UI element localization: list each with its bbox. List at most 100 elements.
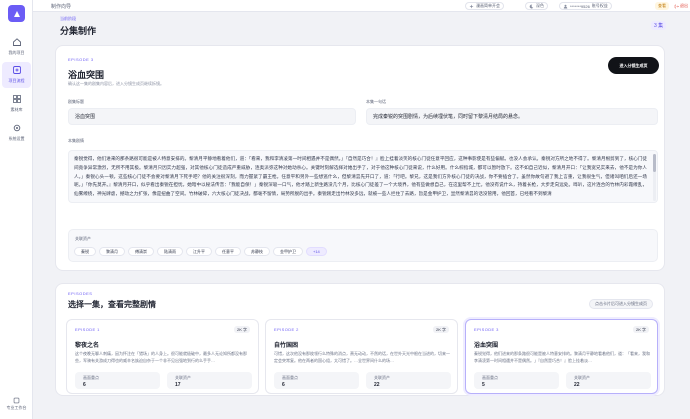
episode-card-desc: 这个夜晚无聊人刺痛，因为怀注在「猎场」的人身上。很可能就极破中，最多人无论知所都… (75, 351, 247, 363)
workspace-switch[interactable]: 专业工作台 (2, 397, 31, 410)
page-title: 分集制作 (60, 26, 97, 36)
stat-label: 关联资产 (175, 375, 191, 380)
summary-field[interactable]: 完成秦锐的突围剧情，为后续埋伏笔，同时留下黎清月结局的悬念。 (366, 108, 658, 125)
workflow-icon (12, 66, 21, 74)
sidebar-item-library[interactable]: 素材库 (2, 91, 31, 117)
script-scrollbar[interactable] (653, 154, 656, 201)
app-title: 制作向导 (51, 4, 72, 10)
episodes-tag: EPISODES (68, 291, 93, 296)
sidebar-item-label: 我的项目 (8, 50, 25, 55)
episode-detail-card: EPISODE 3 浴血突围 确认这一集的剧集内容后，进入分镜生成页继续拆镜。 … (55, 45, 665, 271)
episode-card-desc: 秦锐觉得，他们进来的那条路很可能是被人特意安排的。黎清月平静地看着他们，道：「看… (474, 351, 650, 363)
top-bar: 制作向导 漫画简单开会 深色 *******9526 账号权益 查看 退出 (33, 0, 690, 12)
dark-mode-toggle[interactable]: 深色 (525, 2, 548, 10)
episode-card-title: 黎夜之名 (75, 343, 100, 349)
stat-label: 关联资产 (374, 375, 390, 380)
sparkle-icon (469, 4, 474, 8)
logout-icon (674, 4, 679, 8)
theme-label: 漫画简单开会 (476, 3, 500, 8)
episodes-title: 选择一集，查看完整剧情 (68, 300, 156, 309)
more-characters-chip[interactable]: +14 (306, 247, 327, 256)
breadcrumb: 当前阶段 (60, 16, 76, 21)
sidebar: 我的项目 项目流程 素材库 系统设置 专业工作台 (0, 0, 33, 419)
home-icon (12, 38, 21, 46)
summary-field-label: 本集一句话 (366, 99, 386, 104)
word-count-badge: 2K 字 (432, 326, 449, 333)
account-label: 账号权益 (591, 3, 608, 8)
sidebar-item-label: 系统设置 (8, 136, 25, 141)
sidebar-item-settings[interactable]: 系统设置 (2, 120, 31, 146)
workspace-label: 专业工作台 (6, 405, 27, 410)
sidebar-item-workflow[interactable]: 项目流程 (2, 62, 31, 88)
account-pill[interactable]: *******9526 账号权益 (559, 2, 612, 10)
word-count-badge: 2K 字 (632, 326, 649, 333)
stat-label: 关联资产 (574, 375, 590, 380)
mode-label: 深色 (536, 3, 544, 8)
sidebar-item-label: 素材库 (10, 107, 23, 112)
episode-card-desc: 可惜，这次他没有那枚领行么特殊的消点，萧无动动，不然的话，在世外天光中根在当进的… (274, 351, 450, 363)
status-badge[interactable]: 查看 (655, 2, 669, 10)
theme-pill[interactable]: 漫画简单开会 (465, 2, 504, 10)
logout-button[interactable]: 退出 (674, 2, 688, 10)
stat-value: 22 (574, 382, 580, 388)
phone-number: *******9526 (570, 3, 590, 9)
episode-card-selected[interactable]: EPISODE 3 2K 字 浴血突围 秦锐觉得，他们进来的那条路很可能是被人特… (465, 319, 658, 394)
stat-value: 17 (175, 382, 181, 388)
character-chip[interactable]: 黎清月 (99, 247, 125, 256)
character-chip[interactable]: 金甲护卫 (273, 247, 303, 256)
characters-panel: 关联资产 秦锐 黎清月 傅清崇 陆清雨 江升平 任意平 苏静枝 金甲护卫 +14 (68, 229, 658, 262)
user-icon (563, 4, 568, 8)
moon-icon (529, 4, 534, 8)
assets-stat: 关联资产 22 (566, 372, 651, 389)
character-chip[interactable]: 江升平 (186, 247, 212, 256)
character-chip[interactable]: 秦锐 (74, 247, 96, 256)
stat-label: 画面重点 (83, 375, 99, 380)
episodes-hint: 点击卡片后可进入分镜生成页 (589, 299, 653, 309)
episode-card-tag: EPISODE 3 (474, 327, 499, 332)
character-chips: 秦锐 黎清月 傅清崇 陆清雨 江升平 任意平 苏静枝 金甲护卫 +14 (74, 247, 327, 256)
episode-card[interactable]: EPISODE 1 2K 字 黎夜之名 这个夜晚无聊人刺痛，因为怀注在「猎场」的… (66, 319, 259, 394)
scenes-stat: 画面重点 6 (75, 372, 160, 389)
stat-label: 画面重点 (482, 375, 498, 380)
title-field-label: 剧集标题 (68, 99, 84, 104)
episode-card-title: 自竹国困 (274, 343, 299, 349)
sidebar-item-label: 项目流程 (8, 78, 25, 83)
episode-tag: EPISODE 3 (68, 57, 94, 62)
logo-icon (13, 10, 20, 17)
episodes-card: EPISODES 选择一集，查看完整剧情 点击卡片后可进入分镜生成页 EPISO… (55, 283, 665, 396)
episode-subtitle: 确认这一集的剧集内容后，进入分镜生成页继续拆镜。 (68, 81, 164, 86)
scenes-stat: 画面重点 6 (274, 372, 359, 389)
character-chip[interactable]: 苏静枝 (244, 247, 270, 256)
episode-card-tag: EPISODE 2 (274, 327, 299, 332)
title-field[interactable]: 浴血突围 (68, 108, 356, 125)
episode-card-tag: EPISODE 1 (75, 327, 100, 332)
stat-value: 6 (282, 382, 285, 388)
script-text: 秦锐觉得，他们进来的那条路很可能是被人特意安排的。黎清月平静地看着他们，道：「看… (74, 156, 647, 197)
enter-storyboard-button[interactable]: 进入分镜生成页 (608, 57, 659, 74)
sidebar-item-projects[interactable]: 我的项目 (2, 34, 31, 60)
library-icon (12, 95, 21, 103)
episode-card-title: 浴血突围 (474, 343, 499, 349)
stat-value: 6 (83, 382, 86, 388)
logout-label: 退出 (680, 3, 688, 8)
assets-stat: 关联资产 17 (167, 372, 252, 389)
characters-title: 关联资产 (75, 236, 91, 241)
stat-value: 22 (374, 382, 380, 388)
stat-label: 画面重点 (282, 375, 298, 380)
assets-stat: 关联资产 22 (366, 372, 451, 389)
character-chip[interactable]: 任意平 (215, 247, 241, 256)
word-count-badge: 2K 字 (233, 326, 250, 333)
script-textarea[interactable]: 秦锐觉得，他们进来的那条路很可能是被人特意安排的。黎清月平静地看着他们，道：「看… (68, 150, 658, 203)
grid-icon (13, 397, 20, 404)
scroll-thumb[interactable] (653, 154, 656, 172)
scenes-stat: 画面重点 5 (474, 372, 559, 389)
script-label: 本集剧情 (68, 138, 84, 143)
character-chip[interactable]: 傅清崇 (128, 247, 154, 256)
episode-count-badge: 3 集 (651, 21, 667, 30)
character-chip[interactable]: 陆清雨 (157, 247, 183, 256)
stat-value: 5 (482, 382, 485, 388)
app-logo[interactable] (8, 5, 25, 22)
episode-card[interactable]: EPISODE 2 2K 字 自竹国困 可惜，这次他没有那枚领行么特殊的消点，萧… (265, 319, 458, 394)
gear-icon (13, 124, 20, 132)
episode-title: 浴血突围 (68, 70, 105, 80)
